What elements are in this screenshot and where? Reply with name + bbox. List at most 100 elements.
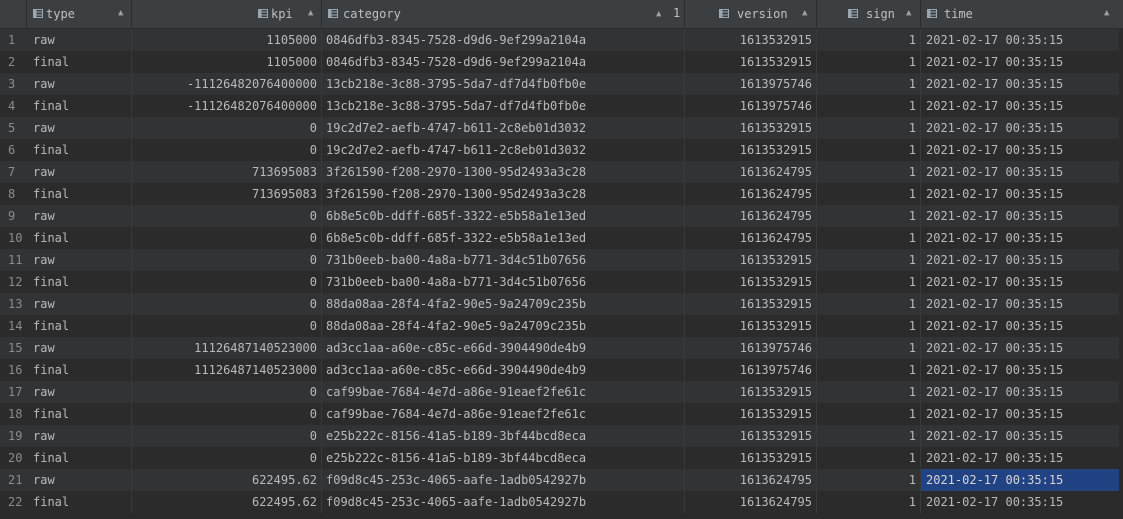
cell-time[interactable]: 2021-02-17 00:35:15	[921, 359, 1119, 381]
row-number-cell[interactable]: 10	[0, 227, 27, 249]
cell-sign[interactable]: 1	[817, 51, 921, 73]
cell-type[interactable]: raw	[27, 117, 132, 139]
table-row[interactable]: 21 raw 622495.62 f09d8c45-253c-4065-aafe-1a…	[0, 469, 1123, 491]
cell-type[interactable]: final	[27, 403, 132, 425]
cell-sign[interactable]: 1	[817, 117, 921, 139]
table-row[interactable]: 2 final 1105000 0846dfb3-8345-7528-d9d6-9ef…	[0, 51, 1123, 73]
cell-sign[interactable]: 1	[817, 139, 921, 161]
cell-kpi[interactable]: 713695083	[132, 161, 322, 183]
table-row[interactable]: 10 final 0 6b8e5c0b-ddff-685f-3322-e5b58a1e…	[0, 227, 1123, 249]
cell-version[interactable]: 1613532915	[685, 293, 817, 315]
cell-kpi[interactable]: 0	[132, 425, 322, 447]
table-row[interactable]: 12 final 0 731b0eeb-ba00-4a8a-b771-3d4c51b0…	[0, 271, 1123, 293]
cell-kpi[interactable]: 0	[132, 315, 322, 337]
cell-time[interactable]: 2021-02-17 00:35:15	[921, 403, 1119, 425]
cell-type[interactable]: raw	[27, 29, 132, 51]
row-number-cell[interactable]: 1	[0, 29, 27, 51]
row-number-cell[interactable]: 3	[0, 73, 27, 95]
table-row[interactable]: 20 final 0 e25b222c-8156-41a5-b189-3bf44bcd…	[0, 447, 1123, 469]
table-row[interactable]: 11 raw 0 731b0eeb-ba00-4a8a-b771-3d4c51b076…	[0, 249, 1123, 271]
cell-category[interactable]: 731b0eeb-ba00-4a8a-b771-3d4c51b07656	[322, 271, 685, 293]
table-row[interactable]: 18 final 0 caf99bae-7684-4e7d-a86e-91eaef2f…	[0, 403, 1123, 425]
row-number-cell[interactable]: 17	[0, 381, 27, 403]
row-number-header[interactable]	[0, 0, 27, 28]
cell-time[interactable]: 2021-02-17 00:35:15	[921, 139, 1119, 161]
cell-time[interactable]: 2021-02-17 00:35:15	[921, 381, 1119, 403]
cell-time[interactable]: 2021-02-17 00:35:15	[921, 117, 1119, 139]
cell-category[interactable]: caf99bae-7684-4e7d-a86e-91eaef2fe61c	[322, 403, 685, 425]
sort-ascending-icon[interactable]: ▲	[656, 8, 661, 20]
row-number-cell[interactable]: 11	[0, 249, 27, 271]
row-number-cell[interactable]: 19	[0, 425, 27, 447]
cell-category[interactable]: 13cb218e-3c88-3795-5da7-df7d4fb0fb0e	[322, 73, 685, 95]
cell-kpi[interactable]: 0	[132, 293, 322, 315]
row-number-cell[interactable]: 20	[0, 447, 27, 469]
sort-arrows-icon[interactable]: ▲	[802, 7, 807, 19]
table-row[interactable]: 22 final 622495.62 f09d8c45-253c-4065-aafe-…	[0, 491, 1123, 513]
cell-time[interactable]: 2021-02-17 00:35:15	[921, 447, 1119, 469]
cell-time[interactable]: 2021-02-17 00:35:15	[921, 271, 1119, 293]
cell-version[interactable]: 1613532915	[685, 447, 817, 469]
cell-version[interactable]: 1613975746	[685, 337, 817, 359]
cell-type[interactable]: raw	[27, 205, 132, 227]
cell-type[interactable]: raw	[27, 337, 132, 359]
cell-category[interactable]: e25b222c-8156-41a5-b189-3bf44bcd8eca	[322, 425, 685, 447]
row-number-cell[interactable]: 6	[0, 139, 27, 161]
cell-time[interactable]: 2021-02-17 00:35:15	[921, 315, 1119, 337]
cell-version[interactable]: 1613532915	[685, 29, 817, 51]
row-number-cell[interactable]: 18	[0, 403, 27, 425]
column-header-time[interactable]: time ▲	[921, 0, 1123, 28]
cell-sign[interactable]: 1	[817, 293, 921, 315]
cell-kpi[interactable]: 0	[132, 271, 322, 293]
cell-version[interactable]: 1613532915	[685, 403, 817, 425]
cell-time[interactable]: 2021-02-17 00:35:15	[921, 205, 1119, 227]
cell-category[interactable]: ad3cc1aa-a60e-c85c-e66d-3904490de4b9	[322, 359, 685, 381]
cell-category[interactable]: 0846dfb3-8345-7528-d9d6-9ef299a2104a	[322, 51, 685, 73]
cell-version[interactable]: 1613532915	[685, 139, 817, 161]
cell-kpi[interactable]: 11126487140523000	[132, 359, 322, 381]
cell-time[interactable]: 2021-02-17 00:35:15	[921, 227, 1119, 249]
table-row[interactable]: 15 raw 11126487140523000 ad3cc1aa-a60e-c85c…	[0, 337, 1123, 359]
cell-kpi[interactable]: 713695083	[132, 183, 322, 205]
column-header-type[interactable]: type ▲	[27, 0, 132, 28]
cell-category[interactable]: 13cb218e-3c88-3795-5da7-df7d4fb0fb0e	[322, 95, 685, 117]
cell-version[interactable]: 1613975746	[685, 359, 817, 381]
table-row[interactable]: 5 raw 0 19c2d7e2-aefb-4747-b611-2c8eb01d303…	[0, 117, 1123, 139]
cell-version[interactable]: 1613624795	[685, 205, 817, 227]
cell-sign[interactable]: 1	[817, 359, 921, 381]
cell-type[interactable]: raw	[27, 293, 132, 315]
cell-type[interactable]: raw	[27, 381, 132, 403]
row-number-cell[interactable]: 14	[0, 315, 27, 337]
cell-kpi[interactable]: 0	[132, 227, 322, 249]
cell-sign[interactable]: 1	[817, 447, 921, 469]
table-row[interactable]: 7 raw 713695083 3f261590-f208-2970-1300-95d…	[0, 161, 1123, 183]
cell-version[interactable]: 1613532915	[685, 249, 817, 271]
cell-type[interactable]: final	[27, 139, 132, 161]
cell-type[interactable]: final	[27, 447, 132, 469]
cell-sign[interactable]: 1	[817, 183, 921, 205]
cell-type[interactable]: raw	[27, 425, 132, 447]
cell-time[interactable]: 2021-02-17 00:35:15	[921, 29, 1119, 51]
cell-type[interactable]: raw	[27, 469, 132, 491]
cell-type[interactable]: raw	[27, 249, 132, 271]
table-row[interactable]: 16 final 11126487140523000 ad3cc1aa-a60e-c8…	[0, 359, 1123, 381]
cell-kpi[interactable]: 0	[132, 447, 322, 469]
cell-sign[interactable]: 1	[817, 227, 921, 249]
cell-sign[interactable]: 1	[817, 249, 921, 271]
row-number-cell[interactable]: 12	[0, 271, 27, 293]
cell-kpi[interactable]: 1105000	[132, 29, 322, 51]
cell-category[interactable]: 19c2d7e2-aefb-4747-b611-2c8eb01d3032	[322, 117, 685, 139]
cell-category[interactable]: e25b222c-8156-41a5-b189-3bf44bcd8eca	[322, 447, 685, 469]
table-row[interactable]: 17 raw 0 caf99bae-7684-4e7d-a86e-91eaef2fe6…	[0, 381, 1123, 403]
row-number-cell[interactable]: 8	[0, 183, 27, 205]
cell-version[interactable]: 1613975746	[685, 95, 817, 117]
table-row[interactable]: 9 raw 0 6b8e5c0b-ddff-685f-3322-e5b58a1e13e…	[0, 205, 1123, 227]
cell-kpi[interactable]: 0	[132, 381, 322, 403]
cell-sign[interactable]: 1	[817, 95, 921, 117]
row-number-cell[interactable]: 16	[0, 359, 27, 381]
cell-category[interactable]: 3f261590-f208-2970-1300-95d2493a3c28	[322, 161, 685, 183]
cell-category[interactable]: 88da08aa-28f4-4fa2-90e5-9a24709c235b	[322, 293, 685, 315]
table-row[interactable]: 8 final 713695083 3f261590-f208-2970-1300-9…	[0, 183, 1123, 205]
cell-type[interactable]: raw	[27, 73, 132, 95]
cell-version[interactable]: 1613624795	[685, 469, 817, 491]
